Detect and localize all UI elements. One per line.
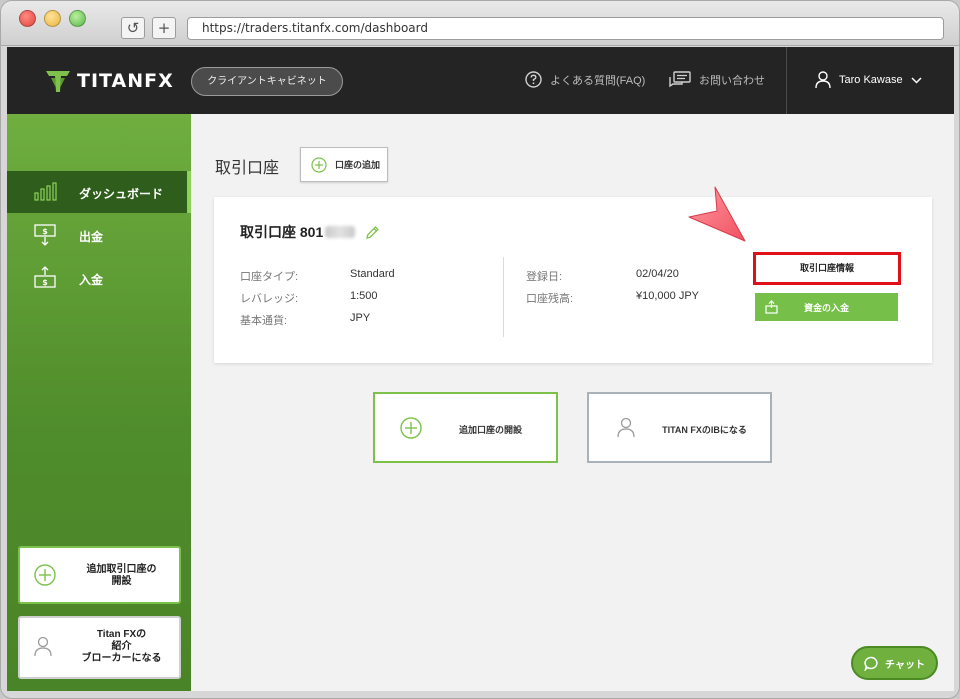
user-icon [34,636,52,657]
deposit-funds-label: 資金の入金 [803,303,849,313]
titanfx-logo[interactable]: TITANFX [45,67,174,95]
header-divider [786,47,787,114]
account-type-key: 口座タイプ: [240,271,299,283]
reload-icon[interactable]: ↺ [121,17,145,39]
sidebar-item-deposit[interactable]: $ 入金 [7,257,191,299]
contact-label: お問い合わせ [699,75,765,87]
chat-label: チャット [885,659,925,671]
page-title: 取引口座 [215,160,280,177]
chevron-down-icon [911,76,922,84]
become-ib-label: TITAN FXのIBになる [662,425,747,435]
browser-toolbar: ↺ + https://traders.titanfx.com/dashboar… [1,1,959,46]
chat-bubble-icon [864,656,878,671]
registration-date-key: 登録日: [526,271,563,283]
user-name: Taro Kawase [839,74,903,86]
address-bar[interactable]: https://traders.titanfx.com/dashboard [187,17,944,40]
app-header: TITANFX クライアントキャビネット よくある質問(FAQ) お問い合わせ [7,47,954,114]
logo-text: TITANFX [77,70,174,92]
leverage-key: レバレッジ: [240,293,299,305]
new-tab-icon[interactable]: + [152,17,176,39]
account-card: 取引口座 801 口座タイプ: Standard レバレッジ: 1:500 基本… [214,197,932,363]
plus-circle-icon [400,417,422,439]
deposit-funds-button[interactable]: 資金の入金 [755,293,898,321]
chat-bubbles-icon [669,71,691,88]
account-name: 取引口座 801 [240,222,380,242]
minimize-window-button[interactable] [44,10,61,27]
open-additional-label: 追加口座の開設 [458,425,522,435]
add-account-label: 口座の追加 [335,160,381,170]
pencil-icon[interactable] [365,225,380,240]
sidebar-item-withdraw[interactable]: $ 出金 [7,214,191,256]
faq-link[interactable]: よくある質問(FAQ) [525,71,645,88]
close-window-button[interactable] [19,10,36,27]
broker-card-label: Titan FXの 紹介 ブローカーになる [81,629,162,664]
faq-label: よくある質問(FAQ) [550,74,646,87]
main-content: 取引口座 口座の追加 取引口座 801 口座タイプ: Standard レバレッ… [191,114,954,691]
card-divider [503,257,504,337]
sidebar-item-label: 出金 [79,230,104,244]
sidebar-item-label: 入金 [79,273,104,287]
user-icon [815,71,831,89]
become-ib-button[interactable]: TITAN FXのIBになる [587,392,772,463]
maximize-window-button[interactable] [69,10,86,27]
withdraw-icon: $ [34,224,56,246]
account-name-text: 取引口座 801 [240,224,324,240]
currency-key: 基本通貨: [240,315,288,327]
user-icon [617,417,635,438]
account-number-redacted [325,226,356,238]
account-info-button[interactable]: 取引口座情報 [753,252,901,285]
browser-window: ↺ + https://traders.titanfx.com/dashboar… [0,0,960,699]
open-additional-account-button[interactable]: 追加口座の開設 [373,392,558,463]
account-type-value: Standard [350,268,395,280]
sidebar-item-label: ダッシュボード [79,187,164,201]
svg-text:$: $ [42,278,48,287]
registration-date-value: 02/04/20 [636,268,679,280]
contact-link[interactable]: お問い合わせ [669,71,765,89]
balance-value: ¥10,000 JPY [636,290,699,302]
user-menu[interactable]: Taro Kawase [815,71,930,89]
sidebar: ダッシュボード $ 出金 $ 入金 追加取引口座の 開設 Titan FXの 紹… [7,114,191,691]
plus-circle-icon [34,564,56,586]
svg-text:$: $ [42,227,48,236]
sidebar-item-dashboard[interactable]: ダッシュボード [7,171,191,213]
add-account-button[interactable]: 口座の追加 [300,147,388,182]
plus-circle-icon [311,156,327,173]
annotation-arrow-icon [688,186,746,242]
open-additional-account-card[interactable]: 追加取引口座の 開設 [18,546,181,604]
open-account-card-label: 追加取引口座の 開設 [86,564,157,587]
chart-icon [34,182,57,201]
titan-helmet-icon [46,71,70,92]
deposit-icon: $ [34,266,56,288]
client-cabinet-button[interactable]: クライアントキャビネット [191,67,343,96]
become-broker-card[interactable]: Titan FXの 紹介 ブローカーになる [18,616,181,679]
balance-key: 口座残高: [526,293,574,305]
chat-button[interactable]: チャット [851,646,938,680]
question-circle-icon [525,71,542,88]
leverage-value: 1:500 [350,290,378,302]
currency-value: JPY [350,312,371,324]
